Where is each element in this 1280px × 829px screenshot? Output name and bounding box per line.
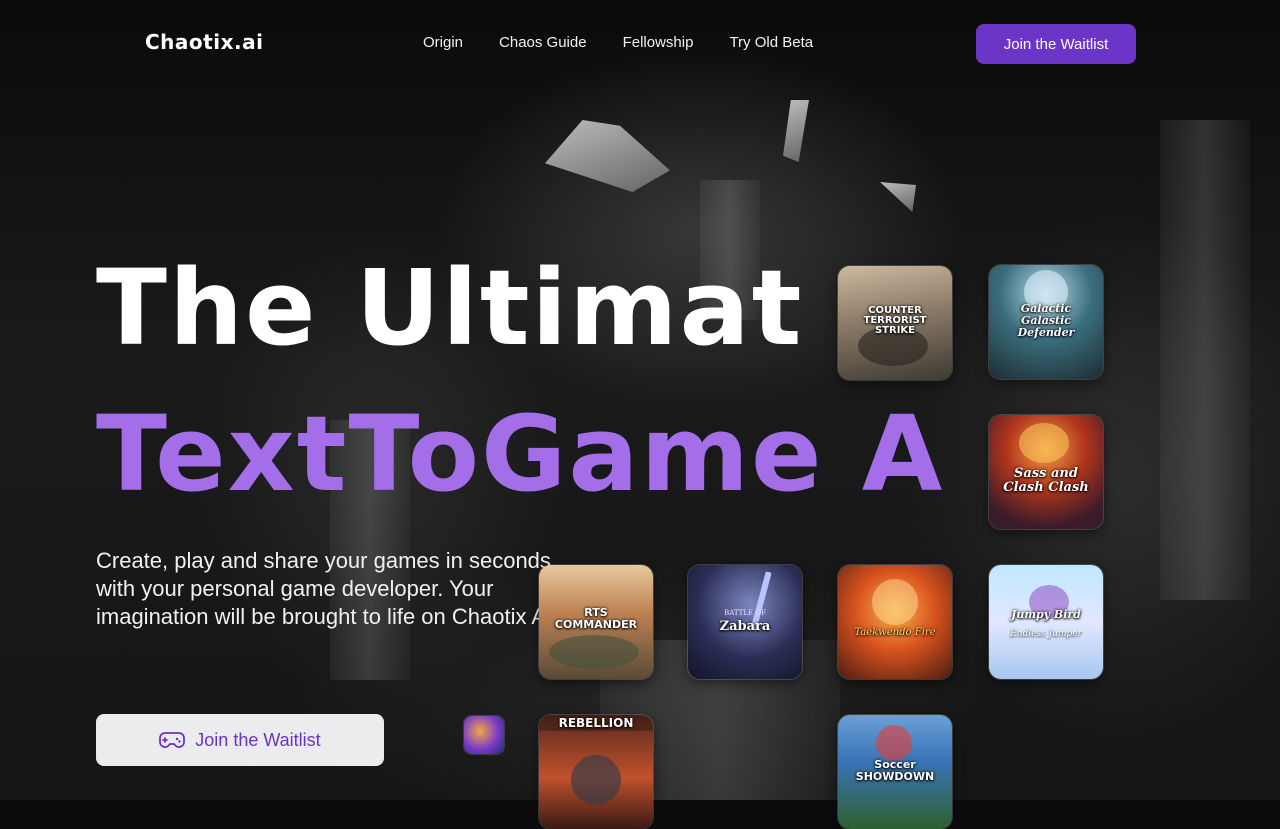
background-pillar bbox=[1160, 120, 1250, 600]
game-card-title: COUNTER TERRORIST STRIKE bbox=[863, 305, 927, 336]
game-card-title: Jumpy Bird bbox=[1011, 608, 1081, 621]
game-card-tagline: Endless Jumper bbox=[1010, 629, 1082, 639]
nav-join-waitlist-button[interactable]: Join the Waitlist bbox=[976, 24, 1136, 64]
game-card-tagline: BATTLE OF bbox=[724, 609, 766, 617]
game-card-title: RTS COMMANDER bbox=[554, 606, 638, 631]
game-card-rts-commander[interactable]: RTS COMMANDER bbox=[539, 565, 653, 679]
gamepad-icon bbox=[159, 732, 186, 748]
game-card-title: Zabara bbox=[719, 619, 771, 634]
nav-link-origin[interactable]: Origin bbox=[423, 34, 463, 51]
top-navigation: Chaotix.ai Origin Chaos Guide Fellowship… bbox=[0, 0, 1280, 88]
game-card-title: Taekwendo Fire bbox=[854, 627, 936, 638]
game-card-rebellion[interactable]: REBELLION bbox=[539, 715, 653, 829]
nav-link-chaos-guide[interactable]: Chaos Guide bbox=[499, 34, 587, 51]
logo[interactable]: Chaotix.ai bbox=[145, 30, 263, 54]
nav-link-try-old-beta[interactable]: Try Old Beta bbox=[729, 34, 813, 51]
game-card-title: Galactic Galastic Defender bbox=[1017, 302, 1075, 339]
background-shard bbox=[783, 100, 809, 162]
game-card-title: Soccer SHOWDOWN bbox=[855, 758, 935, 783]
game-card-sass-and-clash[interactable]: Sass and Clash Clash bbox=[989, 415, 1103, 529]
card-art bbox=[571, 755, 621, 805]
hero-subtitle: Create, play and share your games in sec… bbox=[96, 548, 559, 629]
hero-cta-label: Join the Waitlist bbox=[195, 729, 321, 750]
game-card-soccer-showdown[interactable]: Soccer SHOWDOWN bbox=[838, 715, 952, 829]
game-card-jumpy-bird[interactable]: Jumpy Bird Endless Jumper bbox=[989, 565, 1103, 679]
card-art bbox=[1019, 423, 1069, 463]
background-shard bbox=[880, 182, 916, 212]
background-shard bbox=[545, 120, 670, 192]
card-art bbox=[876, 725, 912, 761]
game-card-battle-of-zabara[interactable]: BATTLE OF Zabara bbox=[688, 565, 802, 679]
game-card-title: REBELLION bbox=[539, 715, 653, 731]
game-card-counter-terrorist-strike[interactable]: COUNTER TERRORIST STRIKE bbox=[838, 266, 952, 380]
hero-join-waitlist-button[interactable]: Join the Waitlist bbox=[96, 714, 384, 766]
game-card-title: Sass and Clash Clash bbox=[1003, 466, 1089, 495]
game-card-galactic-defender[interactable]: Galactic Galastic Defender bbox=[989, 265, 1103, 379]
hero-headline-line2: TextToGame A bbox=[96, 393, 945, 515]
card-art bbox=[549, 635, 639, 669]
nav-link-fellowship[interactable]: Fellowship bbox=[623, 34, 694, 51]
card-art bbox=[872, 579, 918, 625]
game-card-taekwendo-fire[interactable]: Taekwendo Fire bbox=[838, 565, 952, 679]
game-thumbnail-small[interactable] bbox=[464, 716, 504, 754]
hero-headline-line1: The Ultimat bbox=[96, 247, 804, 369]
nav-links: Origin Chaos Guide Fellowship Try Old Be… bbox=[423, 34, 813, 51]
